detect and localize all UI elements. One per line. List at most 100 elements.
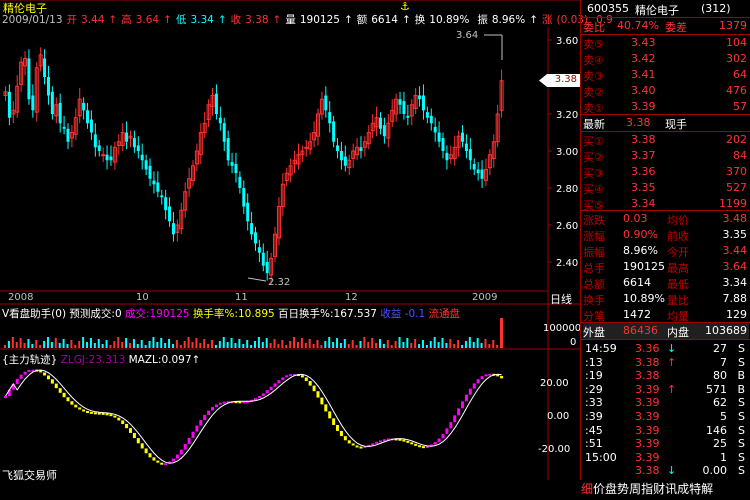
float-share-label: 流通盘	[428, 308, 461, 320]
last-price-row: 最新 3.38 现手	[583, 115, 749, 131]
high-annotation: 3.64	[456, 30, 478, 41]
date-label-11: 11	[235, 292, 248, 303]
date-label-2009: 2009	[472, 292, 498, 303]
stat-row: 振幅 8.96% 今开 3.44	[583, 243, 749, 259]
hand-label: 现手	[665, 118, 687, 131]
level-label: 卖⑤	[583, 38, 604, 51]
bottom-menu-item[interactable]: 细	[581, 482, 593, 496]
level-volume: 84	[733, 149, 747, 162]
ask-row[interactable]: 卖② 3.40 476	[583, 83, 749, 99]
stat-value: 3.48	[722, 212, 748, 225]
level-label: 买③	[583, 167, 604, 180]
ask-row[interactable]: 卖④ 3.42 302	[583, 51, 749, 67]
current-price-tag: 3.38	[539, 74, 580, 87]
stat-value: 3.44	[722, 244, 748, 257]
tick-side: B	[737, 382, 745, 396]
outer-label: 外盘	[583, 326, 605, 339]
stat-value: 129	[726, 308, 747, 321]
price-tick-label: 2.60	[556, 221, 578, 232]
bottom-menu-item[interactable]: 价	[593, 482, 605, 496]
bottom-menu-item[interactable]: 势	[617, 482, 629, 496]
tick-price: 3.38	[635, 355, 660, 369]
bid-row[interactable]: 买③ 3.36 370	[583, 164, 749, 180]
level-price: 3.40	[631, 84, 656, 97]
tick-volume: 5	[720, 410, 727, 423]
level-price: 3.35	[631, 181, 656, 194]
stock-header: 600355 精伦电子 (312)	[587, 2, 731, 17]
level-price: 3.37	[631, 149, 656, 162]
volume-axis-value: 100000	[543, 323, 582, 334]
level-label: 卖②	[583, 86, 604, 99]
order-ratio-row: 委比 40.74% 委差 1379	[583, 18, 749, 34]
stat-row: 总手 190125 最高 3.64	[583, 259, 749, 275]
indicator-series	[4, 369, 504, 466]
tick-volume: 7	[720, 355, 727, 369]
stat-label: 分笔	[583, 310, 605, 323]
last-label: 最新	[583, 118, 605, 131]
bid-row[interactable]: 买⑤ 3.34 1199	[583, 196, 749, 212]
level-volume: 302	[726, 52, 747, 65]
kline-chart[interactable]: 3.603.403.203.002.802.602.40 3.64 2.32	[0, 0, 580, 480]
zlgj-value: ZLGJ:23.313	[60, 354, 126, 366]
price-tick-label: 3.60	[556, 36, 578, 47]
bottom-menu-item[interactable]: 盘	[605, 482, 617, 496]
tick-arrow-icon: ↓	[667, 342, 677, 355]
period-button[interactable]: 日线	[550, 291, 572, 307]
bid-row[interactable]: 买① 3.38 202	[583, 132, 749, 148]
inner-value: 103689	[705, 324, 747, 337]
indicator-axis-0: 0.00	[547, 411, 570, 422]
tick-side: S	[738, 342, 745, 355]
bid-row[interactable]: 买④ 3.35 527	[583, 180, 749, 196]
volume-bar-series	[4, 318, 503, 348]
bottom-menu-item[interactable]: 成	[677, 482, 689, 496]
inner-label: 内盘	[667, 326, 689, 339]
tick-time: 14:59	[585, 342, 617, 355]
stat-label: 涨幅	[583, 230, 605, 243]
tick-row: 3.38 ↓ 0.00 S	[583, 463, 749, 479]
last-value: 3.38	[626, 116, 651, 129]
candlestick-series	[3, 47, 504, 285]
stat-value: 3.35	[722, 228, 748, 241]
bottom-menu-item[interactable]: 周	[629, 482, 641, 496]
tick-volume: 1	[720, 450, 727, 464]
bottom-menu-item[interactable]: 解	[701, 482, 713, 496]
level-price: 3.38	[631, 133, 656, 146]
stat-label: 总手	[583, 262, 605, 275]
tick-volume: 80	[713, 369, 727, 383]
bottom-menu-item[interactable]: 财	[653, 482, 665, 496]
bottom-menu-item[interactable]: 特	[689, 482, 701, 496]
ask-row[interactable]: 卖① 3.39 57	[583, 99, 749, 115]
tick-arrow-icon: ↑	[667, 355, 677, 369]
stat-value: 3.34	[722, 276, 748, 289]
outer-inner-row: 外盘 86436 内盘 103689	[583, 323, 749, 339]
outer-value: 86436	[623, 324, 658, 337]
stat-label: 最高	[667, 262, 689, 275]
tick-side: S	[738, 437, 745, 451]
ask-row[interactable]: 卖③ 3.41 64	[583, 67, 749, 83]
bid-row[interactable]: 买② 3.37 84	[583, 148, 749, 164]
tick-volume: 25	[713, 437, 727, 451]
mazl-value: MAZL:0.097	[128, 354, 192, 366]
stat-value: 1472	[623, 308, 651, 321]
level-price: 3.42	[631, 52, 656, 65]
level-label: 卖③	[583, 70, 604, 83]
tick-price: 3.38	[635, 464, 660, 478]
indicator-title[interactable]: {主力轨迹}	[2, 354, 57, 366]
stock-code: 600355	[587, 2, 629, 15]
tick-side: S	[738, 410, 745, 423]
diff-value: 1379	[719, 19, 747, 32]
predict-volume: 预测成交:0	[69, 308, 122, 320]
volume-indicator-title[interactable]: V看盘助手(0)	[2, 308, 66, 320]
stat-value: 6614	[623, 276, 651, 289]
bottom-menu-item[interactable]: 指	[641, 482, 653, 496]
volume-axis-zero: 0	[570, 337, 577, 348]
tick-time: 15:00	[585, 450, 617, 464]
bottom-menu-item[interactable]: 讯	[665, 482, 677, 496]
stat-label: 量比	[667, 294, 689, 307]
level-volume: 202	[726, 133, 747, 146]
level-volume: 370	[726, 165, 747, 178]
tick-arrow-icon: ↑	[667, 382, 677, 396]
ratio-value: 40.74%	[617, 19, 659, 32]
stat-value: 0.03	[623, 212, 648, 225]
ask-row[interactable]: 卖⑤ 3.43 104	[583, 35, 749, 51]
